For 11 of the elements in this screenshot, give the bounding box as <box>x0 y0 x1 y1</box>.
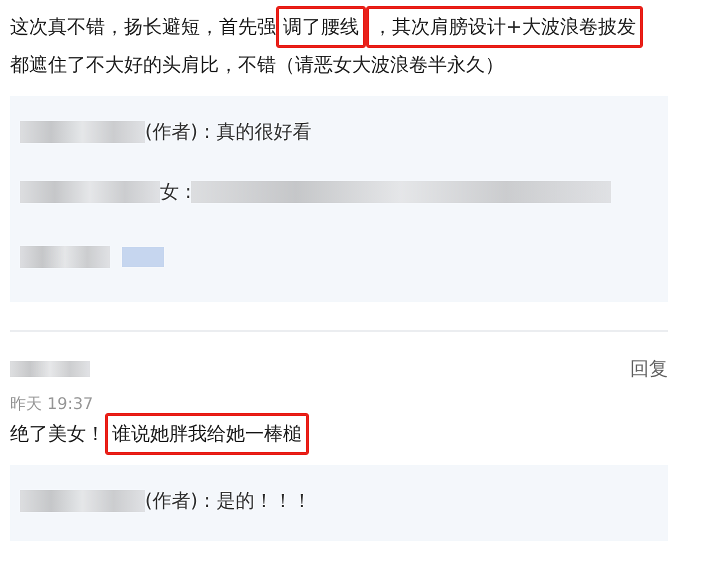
highlighted-text: ，其次肩膀设计+大波浪卷披发 <box>366 6 643 48</box>
comment-time: 昨天 19:37 <box>10 394 94 415</box>
comment-text: 都遮住了不大好的头肩比，不错（请恶女大波浪卷半永久） <box>10 53 504 78</box>
highlighted-text: 谁说她胖我给她一棒槌 <box>105 413 309 455</box>
reply-text: (作者) : 是的！！！ <box>145 489 312 514</box>
reply-text: (作者) : 真的很好看 <box>145 120 312 145</box>
reply-link[interactable]: 回复 <box>630 356 668 382</box>
highlighted-text: 调了腰线 <box>276 6 366 48</box>
comment-text: 绝了美女！ <box>10 422 105 447</box>
reply-text: 女 : <box>160 180 192 205</box>
comment-text: 这次真不错，扬长避短，首先强 <box>10 15 276 40</box>
